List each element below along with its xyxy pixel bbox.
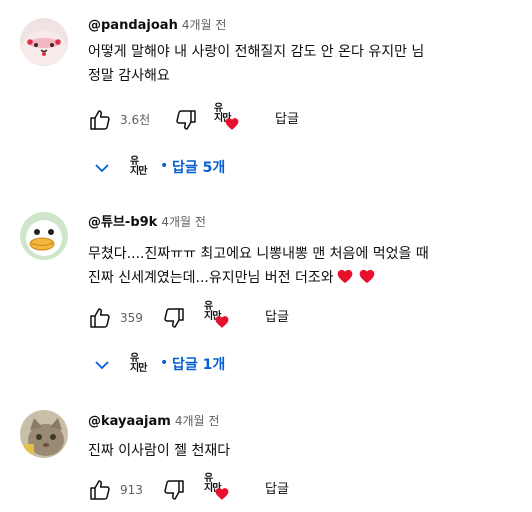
comment-text-line: 무쳤다....진짜ㅠㅠ 최고에요 니뽕내뽕 맨 처음에 먹었을 때: [88, 246, 429, 262]
thumbs-up-icon[interactable]: [88, 108, 112, 132]
comment-actions: 913 유 지만 답글: [88, 474, 388, 506]
creator-badge-text: 지만: [130, 166, 147, 177]
comment-actions: 3.6천 유 지만 답글: [88, 104, 388, 136]
creator-heart-badge: 유 지만: [212, 104, 239, 132]
comment-text: 무쳤다....진짜ㅠㅠ 최고에요 니뽕내뽕 맨 처음에 먹었을 때 진짜 신세계…: [88, 242, 518, 290]
like-count: 913: [120, 483, 143, 497]
red-heart-emoji-icon: [337, 269, 353, 284]
chevron-down-icon: [95, 164, 109, 173]
comment-actions: 359 유 지만 답글: [88, 302, 388, 334]
thumbs-down-icon[interactable]: [162, 478, 186, 502]
separator-dot: •: [160, 158, 169, 174]
comment-author[interactable]: @pandajoah: [88, 18, 178, 33]
comment-time[interactable]: 4개월 전: [175, 414, 220, 428]
replies-count-label: 답글 1개: [172, 357, 226, 373]
replies-toggle[interactable]: 유 지만 • 답글 1개: [92, 350, 312, 380]
creator-avatar-small: 유 지만: [130, 352, 154, 378]
separator-dot: •: [160, 355, 169, 371]
avatar[interactable]: [20, 410, 68, 458]
avatar[interactable]: [20, 212, 68, 260]
comment-header: @pandajoah 4개월 전: [88, 16, 226, 35]
comment-time[interactable]: 4개월 전: [182, 18, 227, 32]
creator-avatar-small: 유 지만: [130, 155, 154, 181]
like-count: 359: [120, 311, 143, 325]
comment-text: 어떻게 말해야 내 사랑이 전해질지 감도 안 온다 유지만 님 정말 감사해요: [88, 40, 518, 88]
replies-count-label: 답글 5개: [172, 160, 226, 176]
reply-button[interactable]: 답글: [275, 112, 299, 128]
comment-text-line: 진짜 신세계였는데...유지만님 버전 더조와: [88, 266, 518, 290]
comment-text-line: 진짜 이사람이 젤 천재다: [88, 443, 231, 459]
thumbs-up-icon[interactable]: [88, 478, 112, 502]
thumbs-up-icon[interactable]: [88, 306, 112, 330]
reply-button[interactable]: 답글: [265, 310, 289, 326]
comment-header: @kayaajam 4개월 전: [88, 412, 219, 431]
duck-avatar-icon: [20, 212, 68, 260]
pink-plush-avatar-icon: [20, 18, 68, 66]
red-heart-emoji-icon: [359, 269, 375, 284]
heart-icon: [225, 118, 239, 130]
heart-icon: [215, 316, 229, 328]
avatar[interactable]: [20, 18, 68, 66]
comment-text-line: 정말 감사해요: [88, 68, 170, 84]
creator-heart-badge: 유 지만: [202, 302, 229, 330]
reply-button[interactable]: 답글: [265, 482, 289, 498]
creator-heart-badge: 유 지만: [202, 474, 229, 502]
thumbs-down-icon[interactable]: [162, 306, 186, 330]
replies-toggle[interactable]: 유 지만 • 답글 5개: [92, 153, 312, 183]
comment-header: @튜브-b9k 4개월 전: [88, 213, 206, 232]
cat-avatar-icon: [20, 410, 68, 458]
like-count: 3.6천: [120, 113, 151, 127]
comment-text-line: 어떻게 말해야 내 사랑이 전해질지 감도 안 온다 유지만 님: [88, 44, 425, 60]
comment-text-segment: 진짜 신세계였는데...유지만님 버전 더조와: [88, 270, 334, 286]
creator-badge-text: 지만: [130, 363, 147, 374]
comment-time[interactable]: 4개월 전: [161, 215, 206, 229]
chevron-down-icon: [95, 361, 109, 370]
heart-icon: [215, 488, 229, 500]
thumbs-down-icon[interactable]: [174, 108, 198, 132]
comment-author[interactable]: @kayaajam: [88, 414, 171, 429]
comment-text: 진짜 이사람이 젤 천재다: [88, 439, 518, 463]
comment-author[interactable]: @튜브-b9k: [88, 215, 157, 230]
